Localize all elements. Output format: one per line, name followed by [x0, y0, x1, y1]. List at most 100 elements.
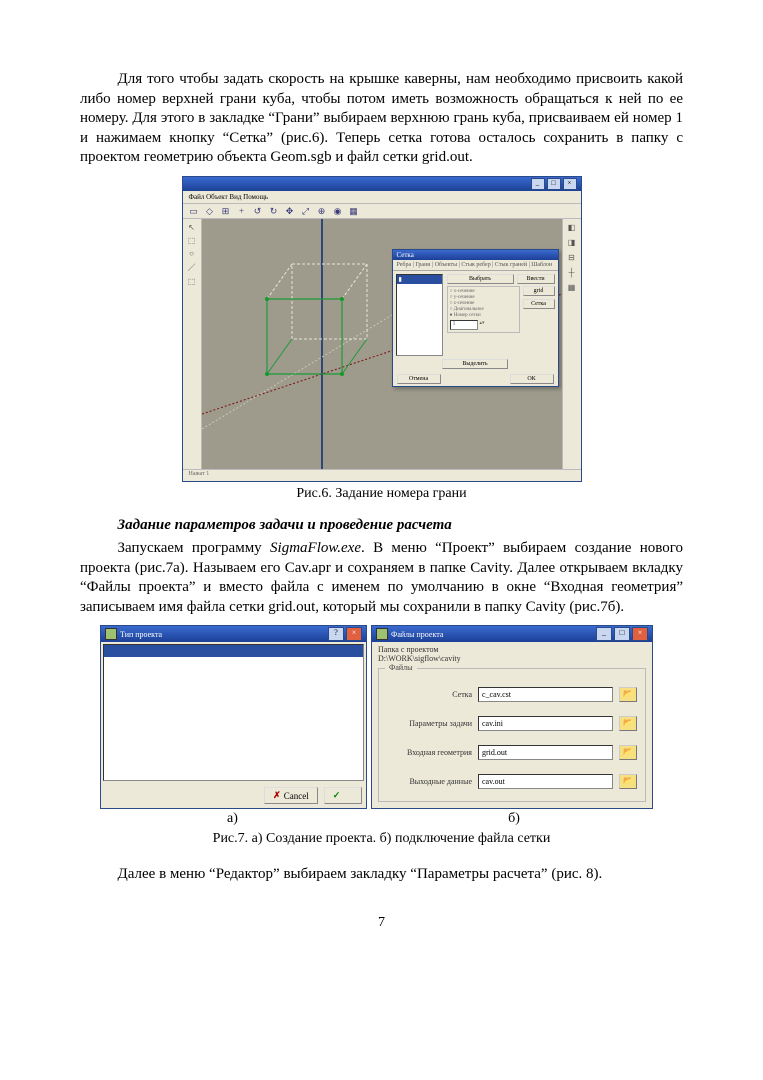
minimize-button[interactable]: _: [531, 178, 545, 190]
ok-button[interactable]: ✓: [324, 787, 362, 804]
help-button[interactable]: ?: [328, 627, 344, 641]
tool-icon[interactable]: ▭: [189, 206, 199, 216]
tool-icon[interactable]: ◉: [333, 206, 343, 216]
select-button[interactable]: Выбрать: [447, 274, 514, 284]
tool-icon[interactable]: ↻: [269, 206, 279, 216]
browse-button[interactable]: 📂: [619, 687, 637, 702]
left-tool-icon[interactable]: ⬚: [188, 236, 196, 245]
fig7a-window-buttons: ? ×: [328, 627, 362, 641]
fig6-caption: Рис.6. Задание номера грани: [80, 486, 683, 502]
row-input[interactable]: cav.out: [478, 774, 613, 789]
spinner-icon[interactable]: ▴▾: [480, 320, 485, 330]
fig7b-titlebar: Файлы проекта _ □ ×: [372, 626, 652, 642]
row-label: Сетка: [387, 690, 472, 699]
fig7a-title-text: Тип проекта: [120, 630, 162, 639]
browse-button[interactable]: 📂: [619, 745, 637, 760]
fig6-left-toolbar: ↖ ⬚ ○ ／ ⬚: [183, 219, 202, 469]
left-tool-icon[interactable]: ⬚: [188, 277, 196, 286]
path-label: Папка с проектом: [378, 645, 646, 654]
paragraph-1: Для того чтобы задать скорость на крышке…: [80, 70, 683, 168]
radio-option[interactable]: ○ x-сечение: [450, 289, 517, 294]
file-row: Параметры задачи cav.ini 📂: [387, 716, 637, 731]
tool-icon[interactable]: ⊞: [221, 206, 231, 216]
maximize-button[interactable]: □: [547, 178, 561, 190]
grid-button[interactable]: grid: [523, 286, 555, 296]
tool-icon[interactable]: ◇: [205, 206, 215, 216]
right-tool-icon[interactable]: ┼: [569, 268, 575, 277]
tool-icon[interactable]: ⤢: [301, 206, 311, 216]
row-label: Выходные данные: [387, 777, 472, 786]
app-icon: [376, 628, 388, 640]
fig7-sub-a: а): [100, 811, 365, 827]
fig6-titlebar: _ □ ×: [183, 177, 581, 191]
fig6-body: ↖ ⬚ ○ ／ ⬚: [183, 219, 581, 469]
fig7a-listbox[interactable]: [103, 644, 364, 781]
cancel-button[interactable]: Отмена: [397, 374, 441, 384]
fig7b-window: Файлы проекта _ □ × Папка с проектом D:\…: [371, 625, 653, 809]
row-label: Параметры задачи: [387, 719, 472, 728]
right-tool-icon[interactable]: ◨: [568, 238, 576, 247]
left-tool-icon[interactable]: ／: [188, 262, 196, 273]
row-input[interactable]: grid.out: [478, 745, 613, 760]
row-input[interactable]: cav.ini: [478, 716, 613, 731]
fig7-sublabels: а) б): [100, 811, 663, 827]
tool-icon[interactable]: ⊕: [317, 206, 327, 216]
left-tool-icon[interactable]: ○: [189, 249, 194, 258]
x-icon: ✗: [273, 790, 281, 801]
fig6-dialog-title: Сетка: [393, 250, 558, 260]
fig6-dialog-body: ▮ Выбрать Ввести ○ x-сечение: [393, 271, 558, 359]
highlight-button[interactable]: Выделить: [442, 359, 508, 369]
fig6-menubar[interactable]: Файл Объект Вид Помощь: [183, 191, 581, 204]
list-item-selected[interactable]: ▮: [397, 275, 442, 284]
fig6-right-toolbar: ◧ ◨ ⊟ ┼ ▦: [562, 219, 581, 469]
radio-option[interactable]: ● Номер сетки: [450, 313, 517, 318]
fig6-title-text: [187, 179, 189, 188]
fig7-caption: Рис.7. а) Создание проекта. б) подключен…: [80, 831, 683, 847]
browse-button[interactable]: 📂: [619, 774, 637, 789]
left-tool-icon[interactable]: ↖: [188, 223, 195, 232]
figure-7: Тип проекта ? × ✗Cancel ✓ Файлы проек: [100, 625, 663, 809]
fig6-dialog-footer: Отмена ОК: [393, 372, 558, 386]
radio-option[interactable]: ○ z-сечение: [450, 301, 517, 306]
fig6-dialog: Сетка Ребра | Грани | Объекты | Стык реб…: [392, 249, 559, 387]
mesh-button[interactable]: Сетка: [523, 299, 555, 309]
fig7b-files-group: Файлы Сетка c_cav.cst 📂 Параметры задачи…: [378, 668, 646, 802]
minimize-button[interactable]: _: [596, 627, 612, 641]
fig7a-window: Тип проекта ? × ✗Cancel ✓: [100, 625, 367, 809]
check-icon: ✓: [333, 790, 341, 801]
grid-number-input[interactable]: 1: [450, 320, 478, 330]
enter-button[interactable]: Ввести: [517, 274, 555, 284]
row-input[interactable]: c_cav.cst: [478, 687, 613, 702]
paragraph-2: Запускаем программу SigmaFlow.exe. В мен…: [80, 539, 683, 617]
cancel-button[interactable]: ✗Cancel: [264, 787, 318, 804]
heading-2: Задание параметров задачи и проведение р…: [80, 516, 683, 536]
right-tool-icon[interactable]: ▦: [568, 283, 576, 292]
fig7-sub-b: б): [365, 811, 663, 827]
figure-6: _ □ × Файл Объект Вид Помощь ▭ ◇ ⊞ + ↺ ↻…: [182, 176, 582, 482]
tool-icon[interactable]: ↺: [253, 206, 263, 216]
row-label: Входная геометрия: [387, 748, 472, 757]
tool-icon[interactable]: ▦: [349, 206, 359, 216]
fig6-window-buttons: _ □ ×: [531, 178, 577, 190]
ok-button[interactable]: ОК: [510, 374, 554, 384]
fig6-statusbar: Нажат 1: [183, 469, 581, 481]
fig6-dialog-listbox[interactable]: ▮: [396, 274, 443, 356]
fig7a-titlebar: Тип проекта ? ×: [101, 626, 366, 642]
fig7b-title-text: Файлы проекта: [391, 630, 443, 639]
tool-icon[interactable]: +: [237, 206, 247, 216]
group-label: Файлы: [385, 663, 417, 672]
radio-option[interactable]: ○ y-сечение: [450, 295, 517, 300]
right-tool-icon[interactable]: ◧: [568, 223, 576, 232]
list-item-selected[interactable]: [104, 645, 363, 657]
fig6-viewport[interactable]: Сетка Ребра | Грани | Объекты | Стык реб…: [202, 219, 562, 469]
path-value: D:\WORK\sigflow\cavity: [378, 654, 646, 663]
maximize-button[interactable]: □: [614, 627, 630, 641]
close-button[interactable]: ×: [346, 627, 362, 641]
right-tool-icon[interactable]: ⊟: [568, 253, 575, 262]
tool-icon[interactable]: ✥: [285, 206, 295, 216]
close-button[interactable]: ×: [632, 627, 648, 641]
radio-option[interactable]: ○ Диагональное: [450, 307, 517, 312]
fig6-dialog-tabs[interactable]: Ребра | Грани | Объекты | Стык ребер | С…: [393, 260, 558, 271]
close-button[interactable]: ×: [563, 178, 577, 190]
browse-button[interactable]: 📂: [619, 716, 637, 731]
